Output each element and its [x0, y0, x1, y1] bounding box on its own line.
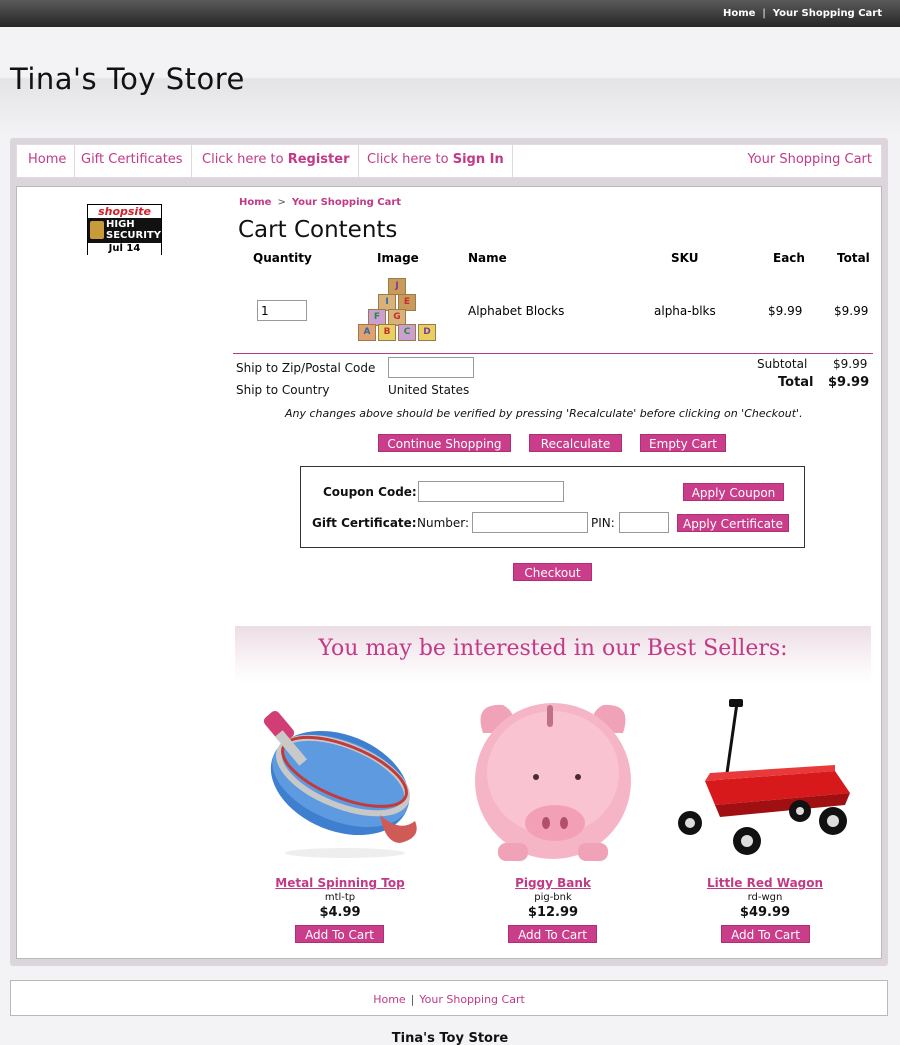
footer-links: Home | Your Shopping Cart — [11, 993, 887, 1006]
alphabet-blocks-image: J I E F G A B C D — [358, 278, 438, 342]
add-to-cart-button[interactable]: Add To Cart — [508, 925, 597, 943]
nav-register-prefix: Click here to — [202, 152, 288, 167]
product-price: $49.99 — [739, 905, 791, 920]
product-name-link[interactable]: Piggy Bank — [453, 876, 653, 890]
block: J — [388, 278, 406, 295]
add-to-cart-button[interactable]: Add To Cart — [295, 925, 384, 943]
gift-number-label: Number: — [417, 516, 470, 530]
footer-nav: Home | Your Shopping Cart — [10, 980, 888, 1016]
header-total: Total — [837, 251, 870, 265]
header-image: Image — [377, 251, 419, 265]
header-each: Each — [773, 251, 805, 265]
item-sku: alpha-blks — [654, 304, 716, 318]
lock-icon — [90, 221, 104, 239]
nav-register-bold: Register — [287, 152, 350, 167]
block: B — [378, 324, 396, 341]
top-separator: | — [762, 8, 766, 19]
gift-pin-label: PIN: — [591, 516, 615, 530]
total-label: Total — [778, 375, 814, 390]
divider — [233, 353, 873, 354]
badge-text: HIGH SECURITY — [106, 219, 161, 241]
nav-register[interactable]: Click here to Register — [194, 145, 359, 177]
page-title: Cart Contents — [238, 217, 398, 243]
nav-signin-prefix: Click here to — [367, 152, 453, 167]
header-name: Name — [468, 251, 507, 265]
main-nav: Home Gift Certificates Click here to Reg… — [16, 144, 882, 178]
item-each: $9.99 — [768, 304, 803, 318]
badge-date: Jul 14 — [88, 243, 161, 255]
empty-cart-button[interactable]: Empty Cart — [640, 434, 726, 452]
badge-line1: HIGH — [106, 219, 135, 230]
best-sellers-title: You may be interested in our Best Seller… — [318, 636, 788, 661]
breadcrumb-separator: > — [277, 197, 286, 208]
breadcrumb-home[interactable]: Home — [239, 197, 271, 208]
product-price: $12.99 — [527, 905, 579, 920]
apply-coupon-button[interactable]: Apply Coupon — [683, 483, 784, 501]
breadcrumb: Home > Your Shopping Cart — [239, 197, 401, 208]
breadcrumb-current[interactable]: Your Shopping Cart — [292, 197, 401, 208]
top-cart-link[interactable]: Your Shopping Cart — [773, 8, 882, 19]
product-sku: mtl-tp — [324, 892, 356, 903]
continue-shopping-button[interactable]: Continue Shopping — [378, 434, 511, 452]
subtotal-value: $9.99 — [833, 357, 868, 371]
block: C — [398, 324, 416, 341]
shopsite-security-badge[interactable]: shopsite HIGH SECURITY Jul 14 — [87, 204, 162, 255]
top-home-link[interactable]: Home — [723, 8, 755, 19]
subtotal-label: Subtotal — [757, 357, 808, 371]
ship-country-label: Ship to Country — [236, 383, 330, 397]
checkout-button[interactable]: Checkout — [513, 563, 592, 581]
ship-country-value: United States — [388, 383, 470, 397]
coupon-code-input[interactable] — [418, 481, 564, 502]
nav-home[interactable]: Home — [20, 145, 76, 177]
product-name-link[interactable]: Little Red Wagon — [665, 876, 865, 890]
piggy-bank-image[interactable] — [463, 693, 643, 865]
nav-gift-certificates[interactable]: Gift Certificates — [73, 145, 192, 177]
spinning-top-image[interactable] — [250, 693, 430, 865]
footer-home-link[interactable]: Home — [373, 993, 405, 1006]
top-bar: Home | Your Shopping Cart — [0, 0, 900, 27]
gift-number-input[interactable] — [472, 512, 588, 533]
footer-cart-link[interactable]: Your Shopping Cart — [419, 993, 524, 1006]
nav-cart[interactable]: Your Shopping Cart — [747, 145, 872, 175]
product-sku: rd-wgn — [747, 892, 783, 903]
coupon-panel — [300, 466, 805, 548]
item-total: $9.99 — [834, 304, 869, 318]
item-name: Alphabet Blocks — [468, 304, 565, 318]
block: A — [358, 324, 376, 341]
gift-pin-input[interactable] — [619, 512, 669, 533]
footer-store-name: Tina's Toy Store — [391, 1031, 509, 1045]
add-to-cart-button[interactable]: Add To Cart — [721, 925, 810, 943]
store-title: Tina's Toy Store — [10, 62, 245, 96]
recalculate-button[interactable]: Recalculate — [529, 434, 622, 452]
product-sku: pig-bnk — [534, 892, 572, 903]
header-sku: SKU — [671, 251, 699, 265]
top-links: Home | Your Shopping Cart — [723, 8, 882, 19]
total-value: $9.99 — [828, 375, 870, 390]
product-name-link[interactable]: Metal Spinning Top — [240, 876, 440, 890]
block: D — [418, 324, 436, 341]
apply-certificate-button[interactable]: Apply Certificate — [677, 514, 789, 532]
nav-sign-in[interactable]: Click here to Sign In — [359, 145, 513, 177]
badge-line2: SECURITY — [106, 230, 161, 241]
header-quantity: Quantity — [253, 251, 312, 265]
gift-certificate-label: Gift Certificate: — [312, 516, 417, 530]
quantity-input[interactable] — [257, 300, 307, 321]
product-price: $4.99 — [319, 905, 361, 920]
recalculate-note: Any changes above should be verified by … — [285, 407, 803, 420]
shopsite-logo: shopsite — [88, 205, 161, 218]
footer-separator: | — [410, 993, 415, 1006]
red-wagon-image[interactable] — [675, 693, 855, 865]
ship-zip-label: Ship to Zip/Postal Code — [236, 361, 376, 375]
nav-signin-bold: Sign In — [452, 152, 504, 167]
coupon-label: Coupon Code: — [323, 485, 417, 499]
zip-input[interactable] — [388, 357, 474, 378]
